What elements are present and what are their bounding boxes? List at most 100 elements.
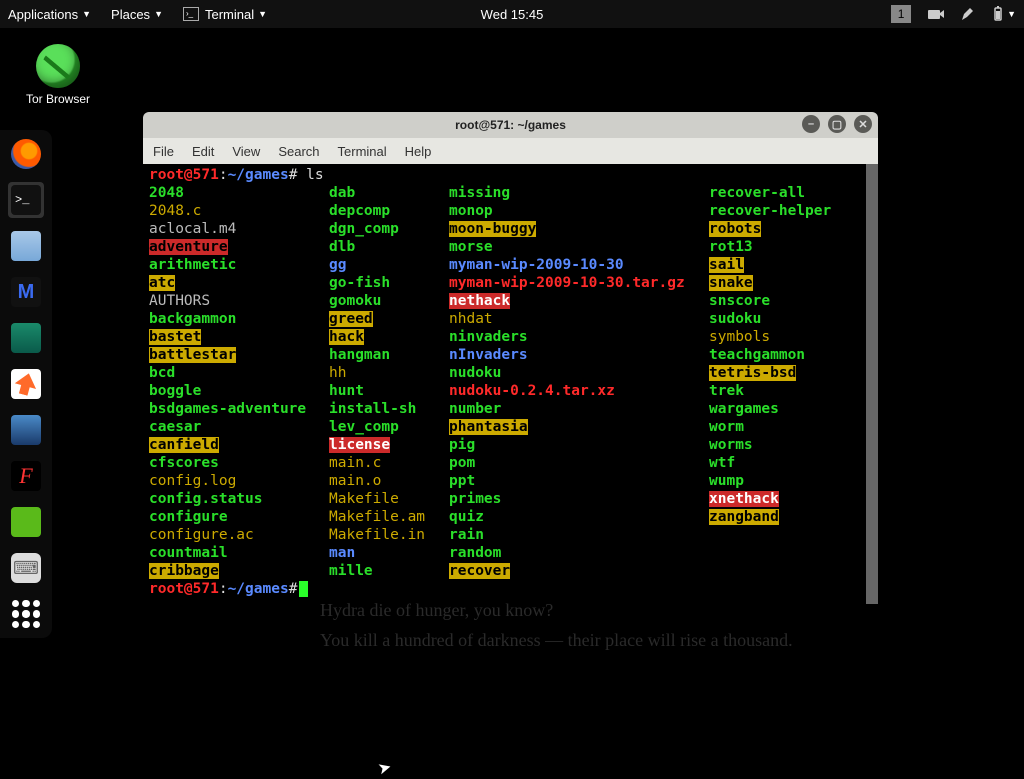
- dock-faraday[interactable]: [8, 458, 44, 494]
- ls-entry: snake: [709, 274, 879, 292]
- ls-entry: nhdat: [449, 310, 709, 328]
- menu-applications[interactable]: Applications▼: [8, 7, 91, 22]
- ls-entry: license: [329, 436, 449, 454]
- terminal-icon: ›_: [183, 7, 199, 21]
- window-minimize-button[interactable]: –: [802, 115, 820, 133]
- scrollbar[interactable]: [866, 164, 878, 604]
- battery-icon[interactable]: ▼: [991, 6, 1016, 22]
- dock-zenmap[interactable]: [8, 412, 44, 448]
- apps-grid-icon: [12, 600, 40, 628]
- ls-entry: missing: [449, 184, 709, 202]
- ls-entry: nudoku: [449, 364, 709, 382]
- menu-file[interactable]: File: [153, 144, 174, 159]
- ls-entry: lev_comp: [329, 418, 449, 436]
- ls-entry: Makefile: [329, 490, 449, 508]
- notes-icon: [11, 507, 41, 537]
- ls-entry: gomoku: [329, 292, 449, 310]
- ls-entry: robots: [709, 220, 879, 238]
- terminal-body[interactable]: root@571:~/games# ls 2048dabmissingrecov…: [143, 164, 878, 604]
- ls-entry: main.o: [329, 472, 449, 490]
- menu-search[interactable]: Search: [278, 144, 319, 159]
- burp-icon: [11, 369, 41, 399]
- ls-entry: 2048.c: [149, 202, 329, 220]
- ls-entry: random: [449, 544, 709, 562]
- ls-entry: hunt: [329, 382, 449, 400]
- wallpaper-text: You kill a hundred of darkness — their p…: [320, 630, 793, 651]
- ls-entry: boggle: [149, 382, 329, 400]
- ls-entry: gg: [329, 256, 449, 274]
- ls-entry: teachgammon: [709, 346, 879, 364]
- menu-view[interactable]: View: [232, 144, 260, 159]
- ls-entry: sail: [709, 256, 879, 274]
- menu-terminal-app[interactable]: ›_ Terminal▼: [183, 7, 267, 22]
- ls-entry: main.c: [329, 454, 449, 472]
- dock-armitage[interactable]: [8, 320, 44, 356]
- window-titlebar[interactable]: root@571: ~/games – ▢ ✕: [143, 112, 878, 138]
- ls-entry: mille: [329, 562, 449, 580]
- dock: [0, 130, 52, 638]
- ls-entry: hangman: [329, 346, 449, 364]
- ls-entry: myman-wip-2009-10-30: [449, 256, 709, 274]
- ls-entry: sudoku: [709, 310, 879, 328]
- ls-entry: configure: [149, 508, 329, 526]
- ls-entry: myman-wip-2009-10-30.tar.gz: [449, 274, 709, 292]
- ls-entry: [709, 544, 879, 562]
- menu-places[interactable]: Places▼: [111, 7, 163, 22]
- ls-entry: bsdgames-adventure: [149, 400, 329, 418]
- keyboard-icon: [11, 553, 41, 583]
- ls-entry: battlestar: [149, 346, 329, 364]
- window-menubar: File Edit View Search Terminal Help: [143, 138, 878, 164]
- dock-onscreen-keyboard[interactable]: [8, 550, 44, 586]
- ls-entry: recover-all: [709, 184, 879, 202]
- terminal-window: root@571: ~/games – ▢ ✕ File Edit View S…: [143, 112, 878, 604]
- ls-entry: nInvaders: [449, 346, 709, 364]
- ls-entry: phantasia: [449, 418, 709, 436]
- eye-icon: [11, 415, 41, 445]
- firefox-icon: [11, 139, 41, 169]
- ls-entry: man: [329, 544, 449, 562]
- workspace-indicator[interactable]: 1: [891, 5, 911, 23]
- menu-terminal[interactable]: Terminal: [338, 144, 387, 159]
- ls-entry: worm: [709, 418, 879, 436]
- ls-entry: adventure: [149, 238, 329, 256]
- folder-icon: [11, 231, 41, 261]
- ls-output: 2048dabmissingrecover-all2048.cdepcompmo…: [149, 184, 872, 580]
- menu-edit[interactable]: Edit: [192, 144, 214, 159]
- ls-entry: bcd: [149, 364, 329, 382]
- ls-entry: dlb: [329, 238, 449, 256]
- window-close-button[interactable]: ✕: [854, 115, 872, 133]
- ls-entry: morse: [449, 238, 709, 256]
- dock-metasploit[interactable]: [8, 274, 44, 310]
- window-maximize-button[interactable]: ▢: [828, 115, 846, 133]
- dock-notes[interactable]: [8, 504, 44, 540]
- clock[interactable]: Wed 15:45: [481, 7, 544, 22]
- top-panel: Applications▼ Places▼ ›_ Terminal▼ Wed 1…: [0, 0, 1024, 28]
- desktop-icon-tor[interactable]: Tor Browser: [18, 44, 98, 106]
- metasploit-icon: [11, 277, 41, 307]
- dock-files[interactable]: [8, 228, 44, 264]
- ls-entry: wump: [709, 472, 879, 490]
- ls-entry: caesar: [149, 418, 329, 436]
- dock-firefox[interactable]: [8, 136, 44, 172]
- dock-terminal[interactable]: [8, 182, 44, 218]
- camera-icon[interactable]: [927, 7, 945, 21]
- ls-entry: primes: [449, 490, 709, 508]
- ls-entry: ppt: [449, 472, 709, 490]
- ls-entry: [709, 526, 879, 544]
- ls-entry: recover-helper: [709, 202, 879, 220]
- ls-entry: configure.ac: [149, 526, 329, 544]
- ls-entry: install-sh: [329, 400, 449, 418]
- pencil-icon[interactable]: [961, 7, 975, 21]
- ls-entry: cribbage: [149, 562, 329, 580]
- dock-burpsuite[interactable]: [8, 366, 44, 402]
- window-title: root@571: ~/games: [455, 118, 566, 132]
- menu-help[interactable]: Help: [405, 144, 432, 159]
- ls-entry: go-fish: [329, 274, 449, 292]
- ls-entry: recover: [449, 562, 709, 580]
- desktop-icon-label: Tor Browser: [18, 92, 98, 106]
- ls-entry: dgn_comp: [329, 220, 449, 238]
- ls-entry: snscore: [709, 292, 879, 310]
- dock-show-apps[interactable]: [8, 596, 44, 632]
- f-icon: [11, 461, 41, 491]
- ls-entry: rain: [449, 526, 709, 544]
